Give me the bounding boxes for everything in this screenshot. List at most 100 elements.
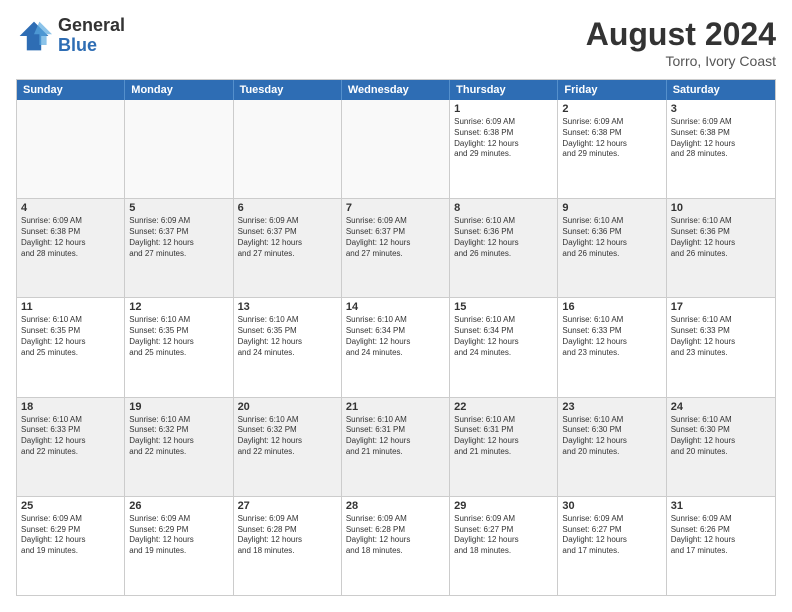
calendar-cell: 26Sunrise: 6:09 AM Sunset: 6:29 PM Dayli… — [125, 497, 233, 595]
calendar-cell: 8 Sunrise: 6:10 AM Sunset: 6:36 PM Daylig… — [450, 199, 558, 297]
day-number: 16 — [562, 301, 661, 313]
day-number: 17 — [671, 301, 771, 313]
calendar-cell: 10 Sunrise: 6:10 AM Sunset: 6:36 PM Dayli… — [667, 199, 775, 297]
calendar-cell: 3 Sunrise: 6:09 AM Sunset: 6:38 PM Daylig… — [667, 100, 775, 198]
calendar-header: SundayMondayTuesdayWednesdayThursdayFrid… — [17, 80, 775, 100]
calendar-cell: 5Sunrise: 6:09 AM Sunset: 6:37 PM Daylig… — [125, 199, 233, 297]
cell-text: Sunrise: 6:10 AM Sunset: 6:35 PM Dayligh… — [129, 315, 228, 358]
day-number: 3 — [671, 103, 771, 115]
calendar-cell: 15 Sunrise: 6:10 AM Sunset: 6:34 PM Dayli… — [450, 298, 558, 396]
calendar-cell: 30Sunrise: 6:09 AM Sunset: 6:27 PM Dayli… — [558, 497, 666, 595]
day-number: 19 — [129, 401, 228, 413]
logo: General Blue — [16, 16, 125, 56]
calendar-cell — [234, 100, 342, 198]
cell-text: Sunrise: 6:09 AM Sunset: 6:38 PM Dayligh… — [21, 216, 120, 259]
calendar-cell: 7 Sunrise: 6:09 AM Sunset: 6:37 PM Daylig… — [342, 199, 450, 297]
calendar-cell: 24 Sunrise: 6:10 AM Sunset: 6:30 PM Dayli… — [667, 398, 775, 496]
calendar-row: 25 Sunrise: 6:09 AM Sunset: 6:29 PM Dayli… — [17, 496, 775, 595]
day-number: 27 — [238, 500, 337, 512]
day-of-week-header: Wednesday — [342, 80, 450, 100]
cell-text: Sunrise: 6:09 AM Sunset: 6:38 PM Dayligh… — [562, 117, 661, 160]
cell-text: Sunrise: 6:10 AM Sunset: 6:30 PM Dayligh… — [671, 415, 771, 458]
day-number: 28 — [346, 500, 445, 512]
calendar-row: 18 Sunrise: 6:10 AM Sunset: 6:33 PM Dayli… — [17, 397, 775, 496]
calendar-cell: 1 Sunrise: 6:09 AM Sunset: 6:38 PM Daylig… — [450, 100, 558, 198]
day-number: 22 — [454, 401, 553, 413]
day-number: 25 — [21, 500, 120, 512]
day-number: 26 — [129, 500, 228, 512]
month-year: August 2024 — [586, 16, 776, 53]
cell-text: Sunrise: 6:09 AM Sunset: 6:37 PM Dayligh… — [346, 216, 445, 259]
cell-text: Sunrise: 6:10 AM Sunset: 6:31 PM Dayligh… — [454, 415, 553, 458]
day-number: 12 — [129, 301, 228, 313]
day-of-week-header: Friday — [558, 80, 666, 100]
calendar-cell — [17, 100, 125, 198]
day-number: 24 — [671, 401, 771, 413]
logo-icon — [16, 18, 52, 54]
day-number: 10 — [671, 202, 771, 214]
calendar-cell: 14 Sunrise: 6:10 AM Sunset: 6:34 PM Dayli… — [342, 298, 450, 396]
calendar-cell: 19 Sunrise: 6:10 AM Sunset: 6:32 PM Dayli… — [125, 398, 233, 496]
cell-text: Sunrise: 6:09 AM Sunset: 6:29 PM Dayligh… — [21, 514, 120, 557]
calendar-cell: 17 Sunrise: 6:10 AM Sunset: 6:33 PM Dayli… — [667, 298, 775, 396]
day-number: 7 — [346, 202, 445, 214]
calendar-cell — [125, 100, 233, 198]
calendar-cell: 20Sunrise: 6:10 AM Sunset: 6:32 PM Dayli… — [234, 398, 342, 496]
day-number: 6 — [238, 202, 337, 214]
header: General Blue August 2024 Torro, Ivory Co… — [16, 16, 776, 69]
cell-text: Sunrise: 6:10 AM Sunset: 6:32 PM Dayligh… — [238, 415, 337, 458]
calendar-cell: 11Sunrise: 6:10 AM Sunset: 6:35 PM Dayli… — [17, 298, 125, 396]
day-number: 2 — [562, 103, 661, 115]
calendar: SundayMondayTuesdayWednesdayThursdayFrid… — [16, 79, 776, 596]
calendar-cell — [342, 100, 450, 198]
cell-text: Sunrise: 6:10 AM Sunset: 6:33 PM Dayligh… — [671, 315, 771, 358]
title-block: August 2024 Torro, Ivory Coast — [586, 16, 776, 69]
cell-text: Sunrise: 6:10 AM Sunset: 6:32 PM Dayligh… — [129, 415, 228, 458]
cell-text: Sunrise: 6:09 AM Sunset: 6:37 PM Dayligh… — [238, 216, 337, 259]
day-number: 8 — [454, 202, 553, 214]
cell-text: Sunrise: 6:09 AM Sunset: 6:27 PM Dayligh… — [454, 514, 553, 557]
calendar-body: 1 Sunrise: 6:09 AM Sunset: 6:38 PM Daylig… — [17, 100, 775, 595]
calendar-cell: 2 Sunrise: 6:09 AM Sunset: 6:38 PM Daylig… — [558, 100, 666, 198]
day-number: 9 — [562, 202, 661, 214]
day-number: 13 — [238, 301, 337, 313]
logo-general: General — [58, 16, 125, 36]
day-of-week-header: Monday — [125, 80, 233, 100]
calendar-cell: 13 Sunrise: 6:10 AM Sunset: 6:35 PM Dayli… — [234, 298, 342, 396]
day-number: 11 — [21, 301, 120, 313]
day-number: 23 — [562, 401, 661, 413]
calendar-cell: 28 Sunrise: 6:09 AM Sunset: 6:28 PM Dayli… — [342, 497, 450, 595]
calendar-cell: 4 Sunrise: 6:09 AM Sunset: 6:38 PM Daylig… — [17, 199, 125, 297]
day-of-week-header: Tuesday — [234, 80, 342, 100]
day-number: 18 — [21, 401, 120, 413]
cell-text: Sunrise: 6:10 AM Sunset: 6:30 PM Dayligh… — [562, 415, 661, 458]
calendar-cell: 12 Sunrise: 6:10 AM Sunset: 6:35 PM Dayli… — [125, 298, 233, 396]
cell-text: Sunrise: 6:10 AM Sunset: 6:34 PM Dayligh… — [454, 315, 553, 358]
calendar-row: 11 Sunrise: 6:10 AM Sunset: 6:35 PM Dayli… — [17, 297, 775, 396]
cell-text: Sunrise: 6:09 AM Sunset: 6:37 PM Dayligh… — [129, 216, 228, 259]
cell-text: Sunrise: 6:09 AM Sunset: 6:38 PM Dayligh… — [454, 117, 553, 160]
day-number: 15 — [454, 301, 553, 313]
cell-text: Sunrise: 6:10 AM Sunset: 6:34 PM Dayligh… — [346, 315, 445, 358]
calendar-cell: 16Sunrise: 6:10 AM Sunset: 6:33 PM Dayli… — [558, 298, 666, 396]
page: General Blue August 2024 Torro, Ivory Co… — [0, 0, 792, 612]
day-number: 14 — [346, 301, 445, 313]
location: Torro, Ivory Coast — [586, 53, 776, 69]
day-number: 4 — [21, 202, 120, 214]
cell-text: Sunrise: 6:09 AM Sunset: 6:28 PM Dayligh… — [346, 514, 445, 557]
cell-text: Sunrise: 6:10 AM Sunset: 6:35 PM Dayligh… — [238, 315, 337, 358]
cell-text: Sunrise: 6:10 AM Sunset: 6:36 PM Dayligh… — [671, 216, 771, 259]
day-number: 29 — [454, 500, 553, 512]
calendar-row: 1 Sunrise: 6:09 AM Sunset: 6:38 PM Daylig… — [17, 100, 775, 198]
cell-text: Sunrise: 6:10 AM Sunset: 6:36 PM Dayligh… — [454, 216, 553, 259]
calendar-cell: 29 Sunrise: 6:09 AM Sunset: 6:27 PM Dayli… — [450, 497, 558, 595]
cell-text: Sunrise: 6:09 AM Sunset: 6:28 PM Dayligh… — [238, 514, 337, 557]
cell-text: Sunrise: 6:10 AM Sunset: 6:36 PM Dayligh… — [562, 216, 661, 259]
calendar-row: 4 Sunrise: 6:09 AM Sunset: 6:38 PM Daylig… — [17, 198, 775, 297]
cell-text: Sunrise: 6:09 AM Sunset: 6:38 PM Dayligh… — [671, 117, 771, 160]
cell-text: Sunrise: 6:09 AM Sunset: 6:26 PM Dayligh… — [671, 514, 771, 557]
day-number: 1 — [454, 103, 553, 115]
calendar-cell: 25 Sunrise: 6:09 AM Sunset: 6:29 PM Dayli… — [17, 497, 125, 595]
calendar-cell: 22 Sunrise: 6:10 AM Sunset: 6:31 PM Dayli… — [450, 398, 558, 496]
cell-text: Sunrise: 6:10 AM Sunset: 6:33 PM Dayligh… — [21, 415, 120, 458]
